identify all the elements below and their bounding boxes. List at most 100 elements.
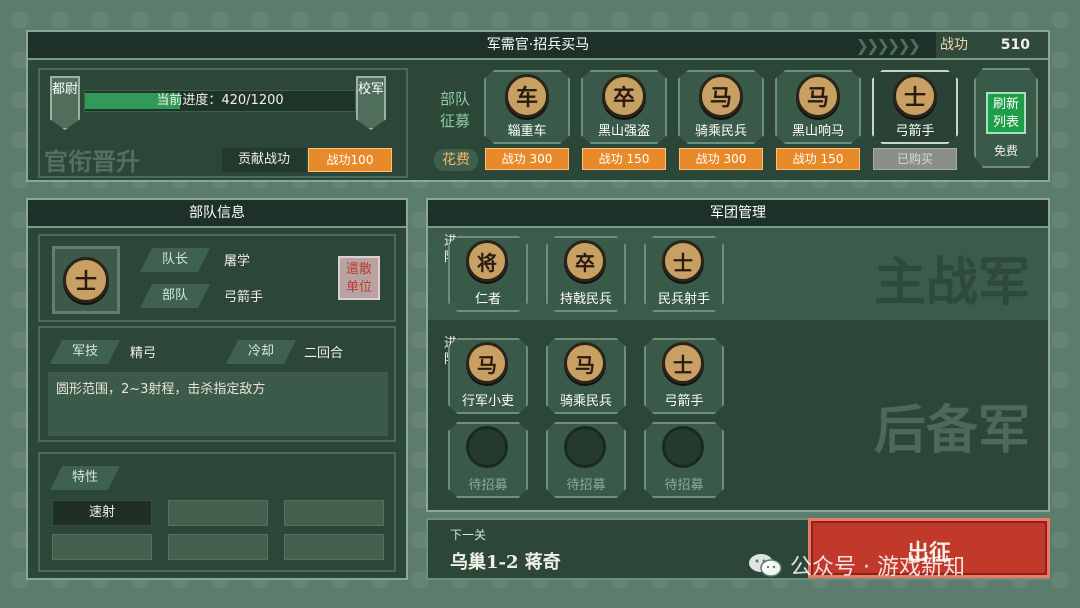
unit-slot[interactable]: 马行军小吏 (448, 338, 528, 414)
recruit-buy-button[interactable]: 战功 150 (776, 148, 860, 170)
unit-name: 待招募 (664, 478, 704, 493)
unit-header: 部队信息 (28, 200, 406, 228)
contribute-label: 贡献战功 (222, 148, 306, 172)
refresh-button[interactable]: 刷新列表 (986, 92, 1026, 134)
recruit-name: 黑山响马 (791, 124, 844, 139)
skill-desc-box: 圆形范围，2~3射程，击杀指定敌方 (48, 372, 388, 436)
unit-portrait-frame: 士 (52, 246, 120, 314)
recruit-piece-icon: 马 (699, 74, 743, 118)
trait-slot-3 (284, 500, 384, 526)
chevron-decor: ❯❯❯❯❯❯ (855, 36, 921, 55)
recruit-panel: 军需官·招兵买马 ❯❯❯❯❯❯ 战功 510 都尉 当前进度：420/1200 … (26, 30, 1050, 182)
recruit-name: 辎重车 (507, 124, 547, 139)
watermark: 公众号 · 游戏新知 (748, 550, 965, 580)
recruit-buy-button[interactable]: 战功 150 (582, 148, 666, 170)
cooldown-value: 二回合 (304, 346, 344, 361)
skill-box: 军技 精弓 冷却 二回合 圆形范围，2~3射程，击杀指定敌方 (38, 326, 396, 442)
next-stage-label: 下一关 (450, 528, 487, 542)
unit-info-panel: 部队信息 士 队长 屠学 部队 弓箭手 遣散单位 军技 精弓 冷却 二回合 圆形… (26, 198, 408, 580)
progress-bar: 当前进度：420/1200 (84, 90, 356, 112)
trait-slot-5 (168, 534, 268, 560)
recruit-name: 骑乘民兵 (694, 124, 747, 139)
skill-description: 圆形范围，2~3射程，击杀指定敌方 (56, 382, 266, 397)
unit-piece-icon (564, 426, 606, 468)
unit-piece-icon: 将 (466, 240, 508, 282)
watermark-text: 公众号 · 游戏新知 (790, 555, 965, 580)
recruit-piece-icon: 卒 (602, 74, 646, 118)
cooldown-label: 冷却 (226, 340, 296, 364)
merit-display: 战功 510 (936, 32, 1048, 58)
unit-piece-icon: 马 (466, 342, 508, 384)
merit-value: 510 (1000, 37, 1030, 53)
unit-name: 骑乘民兵 (559, 394, 612, 409)
recruit-card[interactable]: 士弓箭手 (872, 70, 958, 144)
traits-box: 特性 速射 (38, 452, 396, 572)
troop-value: 弓箭手 (224, 290, 264, 305)
unit-piece-icon (466, 426, 508, 468)
empty-unit-slot[interactable]: 待招募 (546, 422, 626, 498)
rank-left-banner: 都尉 (50, 76, 80, 130)
contribute-button[interactable]: 战功100 (308, 148, 392, 172)
unit-name: 民兵射手 (657, 292, 710, 307)
captain-label: 队长 (140, 248, 210, 272)
unit-name: 待招募 (566, 478, 606, 493)
disband-button[interactable]: 遣散单位 (338, 256, 380, 300)
trait-slot-6 (284, 534, 384, 560)
empty-unit-slot[interactable]: 待招募 (644, 422, 724, 498)
progress-text: 当前进度：420/1200 (156, 93, 284, 108)
promotion-bg-label: 官衔晋升 (44, 147, 140, 176)
trait-slot-4 (52, 534, 152, 560)
next-stage-name: 乌巢1-2 蒋奇 (450, 552, 561, 573)
unit-slot[interactable]: 士民兵射手 (644, 236, 724, 312)
main-army-label: 主战军 (873, 252, 1030, 313)
wechat-icon (748, 552, 782, 578)
recruit-piece-icon: 士 (893, 74, 937, 118)
army-header: 军团管理 (428, 200, 1048, 228)
refresh-cost: 免费 (993, 144, 1018, 158)
promotion-box: 都尉 当前进度：420/1200 校军 官衔晋升 贡献战功 战功100 (38, 68, 408, 178)
recruit-buy-button[interactable]: 已购买 (873, 148, 957, 170)
captain-value: 屠学 (224, 254, 251, 269)
rank-right-banner: 校军 (356, 76, 386, 130)
merit-label: 战功 (940, 37, 968, 53)
recruit-card[interactable]: 马黑山响马 (775, 70, 861, 144)
recruit-name: 黑山强盗 (597, 124, 650, 139)
unit-piece-icon: 卒 (564, 240, 606, 282)
recruit-label: 部队征募 (440, 90, 471, 130)
unit-slot[interactable]: 卒持戟民兵 (546, 236, 626, 312)
recruit-buy-button[interactable]: 战功 300 (679, 148, 763, 170)
empty-unit-slot[interactable]: 待招募 (448, 422, 528, 498)
army-panel: 军团管理 主战军 后备军 进阶 进阶 将仁者卒持戟民兵士民兵射手马行军小吏马骑乘… (426, 198, 1050, 512)
recruit-card[interactable]: 卒黑山强盗 (581, 70, 667, 144)
skill-value: 精弓 (130, 346, 157, 361)
recruit-card[interactable]: 马骑乘民兵 (678, 70, 764, 144)
unit-piece-icon: 士 (662, 240, 704, 282)
unit-name: 持戟民兵 (559, 292, 612, 307)
recruit-buy-button[interactable]: 战功 300 (485, 148, 569, 170)
unit-slot[interactable]: 将仁者 (448, 236, 528, 312)
unit-piece-icon (662, 426, 704, 468)
recruit-card[interactable]: 车辎重车 (484, 70, 570, 144)
recruit-title: 军需官·招兵买马 (486, 37, 590, 53)
recruit-name: 弓箭手 (895, 124, 935, 139)
trait-label: 特性 (50, 466, 120, 490)
unit-slot[interactable]: 马骑乘民兵 (546, 338, 626, 414)
unit-name: 弓箭手 (664, 394, 704, 409)
cost-label: 花费 (434, 149, 478, 171)
trait-slot-2 (168, 500, 268, 526)
reserve-army-label: 后备军 (873, 400, 1030, 461)
unit-name: 行军小吏 (461, 394, 514, 409)
unit-piece-icon: 士 (662, 342, 704, 384)
unit-summary: 士 队长 屠学 部队 弓箭手 遣散单位 (38, 234, 396, 322)
refresh-box: 刷新列表 免费 (974, 68, 1038, 168)
troop-label: 部队 (140, 284, 210, 308)
recruit-piece-icon: 车 (505, 74, 549, 118)
trait-slot-1[interactable]: 速射 (52, 500, 152, 526)
unit-piece-icon: 士 (63, 257, 109, 303)
unit-slot[interactable]: 士弓箭手 (644, 338, 724, 414)
unit-name: 仁者 (474, 292, 501, 307)
skill-label: 军技 (50, 340, 120, 364)
recruit-piece-icon: 马 (796, 74, 840, 118)
unit-piece-icon: 马 (564, 342, 606, 384)
unit-name: 待招募 (468, 478, 508, 493)
